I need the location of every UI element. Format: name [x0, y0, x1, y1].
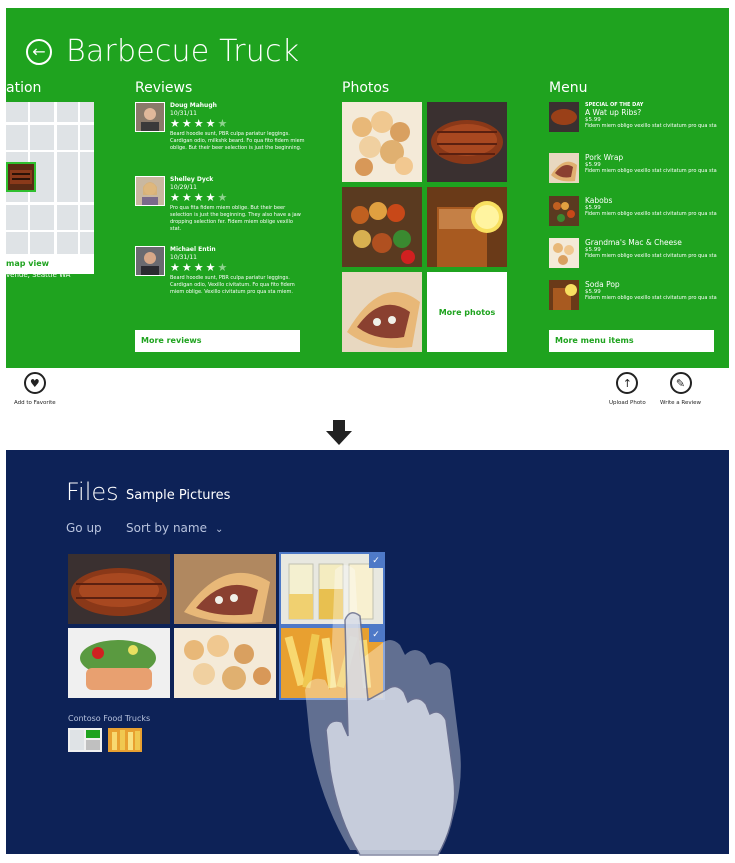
- file-tile-selected[interactable]: ✓: [279, 552, 385, 626]
- review-date: 10/31/11: [170, 254, 197, 261]
- menu-thumbnail: [549, 196, 579, 226]
- upload-photo-label: Upload Photo: [609, 400, 646, 406]
- composite-screenshot: ← Barbecue Truck ation map view venue, S…: [0, 0, 735, 859]
- menu-item-name: Pork Wrap: [585, 153, 624, 162]
- section-title-menu: Menu: [549, 80, 588, 96]
- star-rating: ★★★★★: [170, 261, 230, 274]
- add-to-favorite-button[interactable]: ♥ Add to Favorite: [14, 372, 56, 406]
- menu-thumbnail: [549, 153, 579, 183]
- photo-iced-tea[interactable]: [427, 187, 507, 267]
- upload-icon: ↑: [616, 372, 639, 394]
- menu-thumbnail: [549, 238, 579, 268]
- heart-icon: ♥: [23, 372, 46, 394]
- star-rating: ★★★★★: [170, 117, 230, 130]
- avatar: [135, 246, 165, 276]
- menu-item-name: Kabobs: [585, 196, 613, 205]
- app-bar: ♥ Add to Favorite ↑ Upload Photo ✎ Write…: [6, 368, 729, 412]
- pencil-icon: ✎: [669, 372, 692, 394]
- barbecue-truck-app: ← Barbecue Truck ation map view venue, S…: [6, 8, 729, 368]
- more-menu-items-button[interactable]: More menu items: [549, 330, 714, 352]
- checkmark-icon: ✓: [369, 628, 383, 642]
- menu-item-description: Fidem miem obligo vexillo stat civitatum…: [585, 123, 717, 129]
- section-title-reviews: Reviews: [135, 80, 193, 96]
- menu-item-description: Fidem miem obligo vexillo stat civitatum…: [585, 168, 717, 174]
- photo-ribs[interactable]: [427, 102, 507, 182]
- photo-wrap[interactable]: [342, 272, 422, 352]
- group-thumbnail[interactable]: [68, 728, 102, 752]
- star-rating: ★★★★★: [170, 191, 230, 204]
- file-tile[interactable]: [68, 628, 170, 698]
- menu-item-description: Fidem miem obligo vexillo stat civitatum…: [585, 211, 717, 217]
- file-tile-selected[interactable]: ✓: [279, 626, 385, 700]
- menu-item-name: Soda Pop: [585, 280, 620, 289]
- menu-item-description: Fidem miem obligo vexillo stat civitatum…: [585, 253, 717, 259]
- write-review-button[interactable]: ✎ Write a Review: [660, 372, 701, 406]
- chevron-down-icon: ⌄: [214, 524, 224, 535]
- picker-title: Files: [66, 478, 119, 506]
- write-review-label: Write a Review: [660, 400, 702, 406]
- menu-item-description: Fidem miem obligo vexillo stat civitatum…: [585, 295, 717, 301]
- photo-kabobs[interactable]: [342, 187, 422, 267]
- reviewer-name: Doug Mahugh: [170, 102, 217, 109]
- photo-popcorn-chicken[interactable]: [342, 102, 422, 182]
- add-to-favorite-label: Add to Favorite: [14, 400, 56, 406]
- page-title: Barbecue Truck: [66, 34, 300, 69]
- file-tile[interactable]: [174, 628, 276, 698]
- file-tile[interactable]: [174, 554, 276, 624]
- section-title-location: ation: [6, 80, 42, 96]
- address-text: venue, Seattle WA: [6, 271, 71, 279]
- review-date: 10/31/11: [170, 110, 197, 117]
- food-truck-map-pin: [6, 162, 36, 192]
- review-date: 10/29/11: [170, 184, 197, 191]
- go-up-button[interactable]: Go up: [66, 521, 102, 535]
- file-picker: Files Sample Pictures Go up Sort by name…: [6, 450, 729, 854]
- sort-by-dropdown[interactable]: Sort by name ⌄: [126, 521, 223, 535]
- group-thumbnail[interactable]: [108, 728, 142, 752]
- sort-by-label: Sort by name: [126, 521, 207, 535]
- avatar: [135, 102, 165, 132]
- review-text: Pro qua fita fidem miem oblige. But thei…: [170, 205, 301, 232]
- menu-thumbnail: [549, 280, 579, 310]
- avatar: [135, 176, 165, 206]
- group-label: Contoso Food Trucks: [68, 714, 151, 723]
- back-arrow-icon[interactable]: ←: [26, 38, 52, 65]
- more-reviews-button[interactable]: More reviews: [135, 330, 300, 352]
- picker-folder-name: Sample Pictures: [126, 488, 231, 503]
- upload-photo-button[interactable]: ↑ Upload Photo: [609, 372, 646, 406]
- menu-thumbnail: [549, 102, 579, 132]
- location-map[interactable]: [6, 102, 94, 254]
- menu-item-name: A Wat up Ribs?: [585, 108, 642, 117]
- down-arrow-icon: [325, 418, 353, 446]
- app-header: ← Barbecue Truck: [26, 34, 299, 69]
- review-text: Beard hoodie sunt, PBR culpa pariatur le…: [170, 275, 295, 295]
- more-photos-button[interactable]: More photos: [427, 272, 507, 352]
- file-tile[interactable]: [68, 554, 170, 624]
- review-text: Beard hoodie sunt, PBR culpa pariatur le…: [170, 131, 305, 151]
- reviewer-name: Shelley Dyck: [170, 176, 214, 183]
- reviewer-name: Michael Entin: [170, 246, 216, 253]
- menu-item-name: Grandma's Mac & Cheese: [585, 238, 682, 247]
- section-title-photos: Photos: [342, 80, 390, 96]
- checkmark-icon: ✓: [369, 554, 383, 568]
